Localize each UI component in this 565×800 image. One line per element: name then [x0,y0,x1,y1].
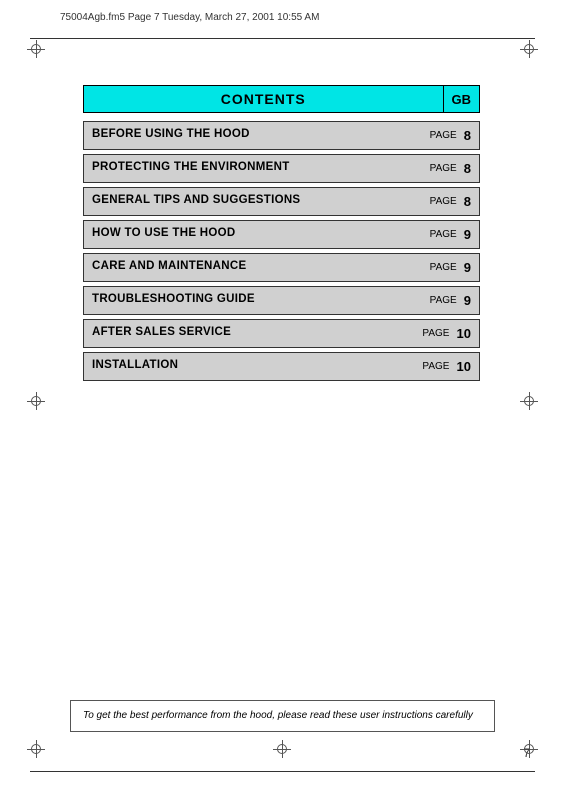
file-info-text: 75004Agb.fm5 Page 7 Tuesday, March 27, 2… [60,12,319,23]
toc-row-installation: INSTALLATION PAGE 10 [83,352,480,381]
toc-row-how-to-use: HOW TO USE THE HOOD PAGE 9 [83,220,480,249]
toc-row-troubleshooting: TROUBLESHOOTING GUIDE PAGE 9 [83,286,480,315]
toc-label-how-to-use: HOW TO USE THE HOOD [84,221,422,248]
toc-page-general-tips: PAGE 8 [422,188,479,215]
toc-label-troubleshooting: TROUBLESHOOTING GUIDE [84,287,422,314]
toc-page-care: PAGE 9 [422,254,479,281]
crosshair-top-right [520,40,538,58]
toc-container: CONTENTS GB BEFORE USING THE HOOD PAGE 8… [83,85,480,385]
crosshair-top-left [27,40,45,58]
toc-label-before-using: BEFORE USING THE HOOD [84,122,422,149]
toc-page-troubleshooting: PAGE 9 [422,287,479,314]
top-border [30,38,535,39]
toc-row-after-sales: AFTER SALES SERVICE PAGE 10 [83,319,480,348]
bottom-border [30,771,535,772]
toc-row-protecting: PROTECTING THE ENVIRONMENT PAGE 8 [83,154,480,183]
toc-row-care: CARE AND MAINTENANCE PAGE 9 [83,253,480,282]
toc-page-before-using: PAGE 8 [422,122,479,149]
crosshair-mid-left [27,392,45,410]
crosshair-mid-right [520,392,538,410]
toc-label-care: CARE AND MAINTENANCE [84,254,422,281]
contents-title: CONTENTS [83,85,443,113]
file-info: 75004Agb.fm5 Page 7 Tuesday, March 27, 2… [60,12,319,23]
toc-row-before-using: BEFORE USING THE HOOD PAGE 8 [83,121,480,150]
toc-page-how-to-use: PAGE 9 [422,221,479,248]
bottom-note: To get the best performance from the hoo… [70,700,495,732]
crosshair-bottom-left [27,740,45,758]
toc-page-protecting: PAGE 8 [422,155,479,182]
crosshair-bottom-center [273,740,291,758]
toc-label-protecting: PROTECTING THE ENVIRONMENT [84,155,422,182]
toc-row-general-tips: GENERAL TIPS AND SUGGESTIONS PAGE 8 [83,187,480,216]
contents-gb: GB [443,85,481,113]
page: 75004Agb.fm5 Page 7 Tuesday, March 27, 2… [0,0,565,800]
toc-label-general-tips: GENERAL TIPS AND SUGGESTIONS [84,188,422,215]
contents-header: CONTENTS GB [83,85,480,113]
toc-page-installation: PAGE 10 [414,353,479,380]
toc-label-after-sales: AFTER SALES SERVICE [84,320,414,347]
toc-label-installation: INSTALLATION [84,353,414,380]
toc-page-after-sales: PAGE 10 [414,320,479,347]
page-number: 7 [523,746,530,760]
